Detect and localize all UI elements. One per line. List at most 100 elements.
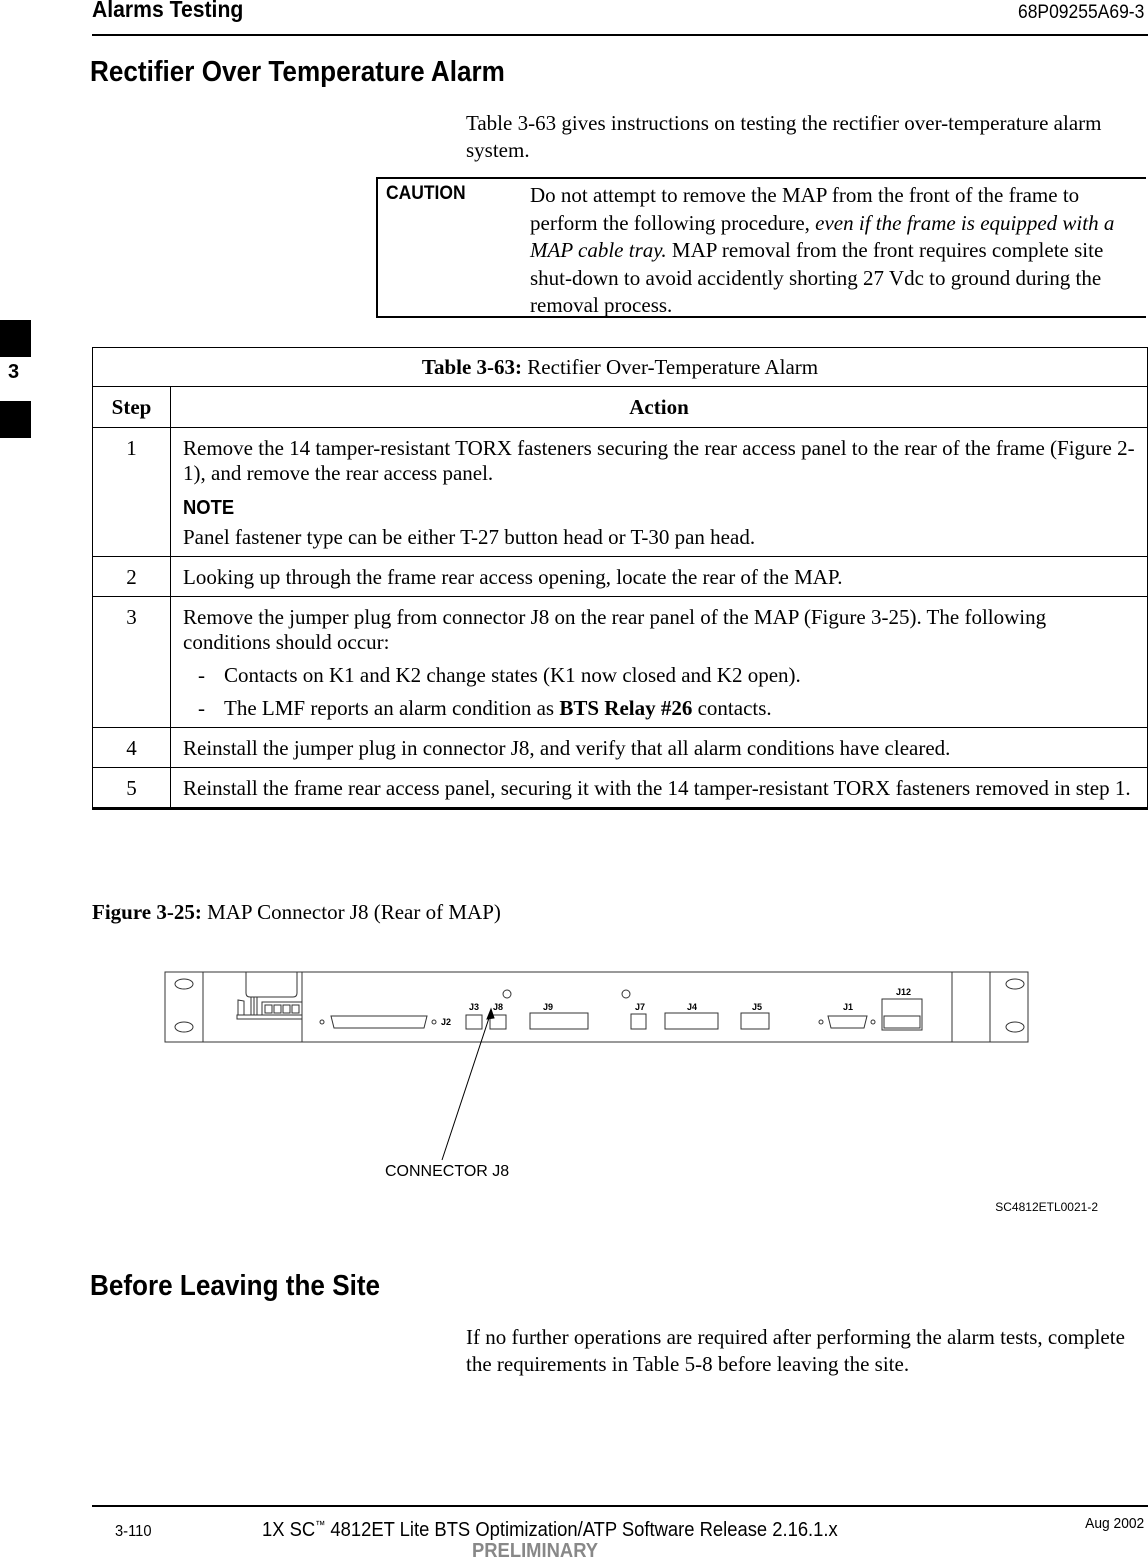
caution-label: CAUTION <box>386 183 466 204</box>
connector-j5 <box>740 1012 770 1030</box>
footer-title-suffix: 4812ET Lite BTS Optimization/ATP Softwar… <box>325 1519 838 1541</box>
chapter-tab-block-bottom <box>0 401 31 438</box>
connector-j3 <box>465 1014 483 1030</box>
terminal-slot <box>273 1004 282 1014</box>
terminal-slot <box>291 1004 300 1014</box>
figure-id: SC4812ETL0021-2 <box>995 1200 1098 1214</box>
terminal-cover <box>245 972 298 998</box>
bullet-dash: - <box>198 663 205 687</box>
connector-label-j4: J4 <box>687 1002 697 1012</box>
connector-label-j3: J3 <box>469 1002 479 1012</box>
connector-j12-port <box>883 1015 921 1029</box>
section-heading: Rectifier Over Temperature Alarm <box>90 56 505 88</box>
connector-j7 <box>630 1013 647 1030</box>
bullet-dash: - <box>198 696 205 720</box>
bullet-text-bold: BTS Relay #26 <box>559 696 693 720</box>
step-action-text: Reinstall the jumper plug in connector J… <box>183 736 951 760</box>
trademark-symbol: ™ <box>315 1519 326 1532</box>
step-action-text: Remove the 14 tamper-resistant TORX fast… <box>183 436 1135 485</box>
page-number: 3-110 <box>115 1523 152 1540</box>
step-number: 5 <box>92 767 171 810</box>
bullet-item: - The LMF reports an alarm condition as B… <box>183 696 1137 721</box>
table-row: 5 Reinstall the frame rear access panel,… <box>92 767 1148 810</box>
connector-label-j7: J7 <box>635 1002 645 1012</box>
preliminary-stamp: PRELIMINARY <box>472 1540 599 1562</box>
map-rear-panel-diagram: J2 J3 J8 J9 J7 J4 J5 J1 J12 <box>164 971 1029 1161</box>
bullet-item: - Contacts on K1 and K2 change states (K1… <box>183 663 1137 688</box>
figure-caption: Figure 3-25: MAP Connector J8 (Rear of M… <box>92 900 501 925</box>
caution-text: Do not attempt to remove the MAP from th… <box>530 182 1144 320</box>
terminal-slot <box>264 1004 273 1014</box>
table-row: 3 Remove the jumper plug from connector … <box>92 596 1148 728</box>
step-action: Remove the 14 tamper-resistant TORX fast… <box>170 427 1148 557</box>
section-heading: Before Leaving the Site <box>90 1270 381 1302</box>
screw-hole-icon <box>319 1019 325 1025</box>
step-number: 1 <box>92 427 171 557</box>
terminal-bracket <box>237 999 245 1015</box>
footer-date: Aug 2002 <box>1084 1515 1144 1532</box>
running-header-title: Alarms Testing <box>92 0 244 22</box>
step-number: 2 <box>92 556 171 597</box>
table-caption-label: Table 3-63: <box>421 354 523 379</box>
terminal-base <box>236 1014 303 1020</box>
connector-j12 <box>881 998 923 1031</box>
procedure-table: Table 3-63: Rectifier Over-Temperature A… <box>92 347 1148 810</box>
connector-label-j9: J9 <box>543 1002 553 1012</box>
table-row: 2 Looking up through the frame rear acce… <box>92 556 1148 597</box>
mounting-hole-icon <box>1005 1021 1025 1033</box>
connector-label-j5: J5 <box>752 1002 762 1012</box>
connector-label-j1: J1 <box>843 1002 853 1012</box>
figure-caption-label: Figure 3-25: <box>92 900 202 924</box>
table-caption: Table 3-63: Rectifier Over-Temperature A… <box>92 347 1148 387</box>
callout-leader-line <box>441 1011 492 1161</box>
step-action-text: Reinstall the frame rear access panel, s… <box>183 776 1131 800</box>
screw-hole-icon <box>431 1019 437 1025</box>
bullet-text-start: The LMF reports an alarm condition as <box>224 696 560 720</box>
table-row: 4 Reinstall the jumper plug in connector… <box>92 727 1148 768</box>
mounting-hole-icon <box>174 978 194 990</box>
led-icon <box>502 989 512 999</box>
connector-label-j12: J12 <box>896 987 911 997</box>
figure-caption-text: MAP Connector J8 (Rear of MAP) <box>201 900 501 924</box>
connector-label-j2: J2 <box>441 1017 451 1027</box>
step-action-text: Remove the jumper plug from connector J8… <box>183 605 1047 654</box>
chapter-tab-block-top <box>0 320 31 357</box>
connector-j4 <box>664 1012 719 1030</box>
intro-paragraph: Table 3-63 gives instructions on testing… <box>466 111 1102 162</box>
column-header-step: Step <box>92 386 171 428</box>
column-header-action: Action <box>170 386 1148 428</box>
panel-outline <box>164 971 1029 1043</box>
bullet-text-end: contacts. <box>692 696 772 720</box>
mounting-hole-icon <box>174 1021 194 1033</box>
terminal-slot <box>282 1004 291 1014</box>
table-row: 1 Remove the 14 tamper-resistant TORX fa… <box>92 427 1148 557</box>
step-action-text: Looking up through the frame rear access… <box>183 565 843 589</box>
note-label: NOTE <box>183 497 235 519</box>
document-number: 68P09255A69-3 <box>1017 2 1144 23</box>
step-action: Remove the jumper plug from connector J8… <box>170 596 1148 728</box>
mounting-hole-icon <box>1005 978 1025 990</box>
screw-hole-icon <box>870 1019 876 1025</box>
footer-rule <box>92 1505 1148 1507</box>
step-action: Reinstall the jumper plug in connector J… <box>170 727 1148 768</box>
step-action: Reinstall the frame rear access panel, s… <box>170 767 1148 810</box>
header-rule <box>92 34 1148 36</box>
led-icon <box>621 989 631 999</box>
connector-j9 <box>529 1012 589 1030</box>
footer-title-prefix: 1X SC <box>262 1519 316 1541</box>
footer-title: 1X SC™ 4812ET Lite BTS Optimization/ATP … <box>262 1519 838 1542</box>
step-action: Looking up through the frame rear access… <box>170 556 1148 597</box>
step-number: 3 <box>92 596 171 728</box>
chapter-tab: 3 <box>0 320 31 438</box>
chapter-number: 3 <box>8 361 20 383</box>
connector-label-j8: J8 <box>493 1002 503 1012</box>
callout-label: CONNECTOR J8 <box>385 1163 510 1180</box>
step-number: 4 <box>92 727 171 768</box>
note-text: Panel fastener type can be either T-27 b… <box>183 525 756 549</box>
bullet-text: Contacts on K1 and K2 change states (K1 … <box>224 663 801 687</box>
connector-j1 <box>827 1015 868 1029</box>
screw-hole-icon <box>818 1019 824 1025</box>
connector-j2 <box>330 1015 428 1029</box>
table-caption-text: Rectifier Over-Temperature Alarm <box>522 354 819 379</box>
caution-box: CAUTION Do not attempt to remove the MAP… <box>376 177 1146 318</box>
